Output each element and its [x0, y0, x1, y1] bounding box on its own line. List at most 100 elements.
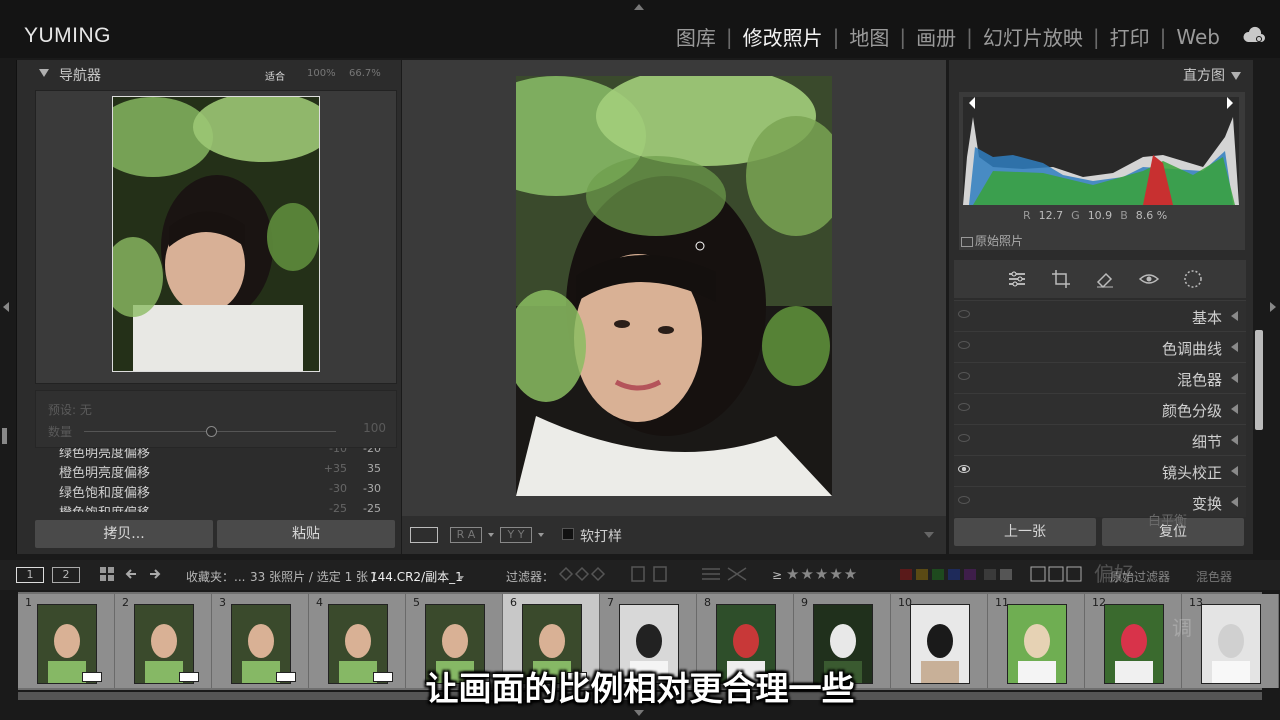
module-tab[interactable]: 修改照片 — [733, 22, 833, 51]
module-tab[interactable]: Web — [1166, 25, 1230, 49]
window-1-button[interactable]: 1 — [16, 567, 44, 583]
module-separator: | — [832, 24, 840, 49]
collapse-triangle-icon[interactable] — [39, 69, 49, 77]
eye-icon[interactable] — [958, 496, 970, 504]
rating-stars[interactable]: ★★★★★ — [786, 565, 858, 583]
zoom-66[interactable]: 66.7% — [349, 68, 381, 79]
redeye-icon[interactable] — [1138, 268, 1160, 290]
color-label-green[interactable] — [932, 569, 944, 580]
adjustment-row[interactable]: 橙色明亮度偏移 +35 35 — [35, 462, 395, 482]
color-label-custom[interactable] — [1000, 569, 1012, 580]
rating-ge[interactable]: ≥ — [772, 568, 782, 582]
collapse-left-arrow-icon[interactable] — [3, 302, 9, 312]
collapse-top-arrow-icon[interactable] — [634, 4, 644, 10]
navigator-preview[interactable] — [35, 90, 397, 384]
original-checkbox[interactable] — [961, 236, 973, 247]
eraser-icon[interactable] — [1094, 268, 1116, 290]
color-label-yellow[interactable] — [916, 569, 928, 580]
left-panel-scrollbar[interactable] — [2, 428, 7, 444]
navigator-header[interactable]: 导航器 适合 100% 66.7% — [17, 60, 401, 88]
radial-icon[interactable] — [1182, 268, 1204, 290]
dropdown-arrow-icon[interactable] — [538, 533, 544, 537]
right-panel-scrollbar[interactable] — [1255, 330, 1263, 430]
color-label-none[interactable] — [984, 569, 996, 580]
module-tab[interactable]: 地图 — [839, 22, 899, 51]
section-header[interactable]: 镜头校正 — [954, 455, 1246, 486]
original-photo-toggle[interactable]: 原始照片 — [961, 232, 1023, 249]
loupe-view-button[interactable] — [410, 527, 438, 543]
eye-icon[interactable] — [958, 403, 970, 411]
eye-icon[interactable] — [958, 434, 970, 442]
current-filename[interactable]: 144.CR2/副本_1 — [370, 568, 463, 585]
section-header[interactable]: 细节 — [954, 424, 1246, 455]
paste-button[interactable]: 粘贴 — [217, 520, 395, 548]
expand-triangle-icon[interactable] — [1231, 466, 1238, 476]
filename-dropdown-icon[interactable] — [458, 576, 464, 580]
color-label-red[interactable] — [900, 569, 912, 580]
eye-icon[interactable] — [958, 465, 970, 473]
module-bar: YUMING 图库 | 修改照片 | 地图 | 画册 | 幻灯片放映 | 打印 | Web — [0, 0, 1280, 58]
mixer-overlay: 混色器 — [1196, 570, 1233, 584]
section-label: 色调曲线 — [1161, 340, 1222, 358]
g-label: G — [1071, 209, 1080, 222]
color-label-blue[interactable] — [948, 569, 960, 580]
rotate-left-button[interactable]: R A — [450, 527, 482, 543]
navigator-thumbnail — [112, 96, 320, 372]
toolbar-menu-icon[interactable] — [924, 532, 934, 538]
photo-count: 33 张照片 / 选定 1 张 / — [250, 570, 376, 584]
histogram-graph[interactable] — [963, 97, 1239, 205]
zoom-fit[interactable]: 适合 — [265, 68, 285, 83]
cloud-sync-icon[interactable] — [1242, 26, 1266, 44]
collection-label[interactable]: 收藏夹：... — [186, 568, 245, 585]
module-tab[interactable]: 幻灯片放映 — [973, 22, 1093, 51]
view-toolbar: R A Y Y 软打样 — [402, 516, 946, 554]
color-label-purple[interactable] — [964, 569, 976, 580]
sliders-icon[interactable] — [1006, 268, 1028, 290]
section-header[interactable]: 变换 — [954, 486, 1246, 517]
forward-arrow-icon[interactable] — [148, 567, 162, 581]
filter-lock-icons[interactable] — [1030, 566, 1084, 582]
expand-triangle-icon[interactable] — [1231, 497, 1238, 507]
adjustment-row[interactable]: 绿色明亮度偏移 -10 -20 — [35, 448, 395, 462]
collapse-triangle-icon[interactable] — [1231, 72, 1241, 80]
section-header[interactable]: 基本 — [954, 300, 1246, 331]
preset-label[interactable]: 预设: 无 — [48, 401, 92, 418]
histogram-header[interactable]: 直方图 — [1183, 65, 1241, 85]
collapse-right-arrow-icon[interactable] — [1270, 302, 1276, 312]
eye-icon[interactable] — [958, 341, 970, 349]
module-tab[interactable]: 打印 — [1100, 22, 1160, 51]
softproof-checkbox[interactable] — [562, 528, 574, 540]
expand-triangle-icon[interactable] — [1231, 404, 1238, 414]
back-arrow-icon[interactable] — [124, 567, 138, 581]
previous-button[interactable]: 上一张 — [954, 518, 1096, 546]
dropdown-arrow-icon[interactable] — [488, 533, 494, 537]
module-tab[interactable]: 画册 — [906, 22, 966, 51]
section-header[interactable]: 混色器 — [954, 362, 1246, 393]
preference-watermark: 偏好 — [1094, 562, 1134, 586]
amount-slider-knob[interactable] — [206, 426, 217, 437]
section-header[interactable]: 色调曲线 — [954, 331, 1246, 362]
adjustment-value: -25 — [363, 502, 381, 512]
zoom-100[interactable]: 100% — [307, 68, 336, 79]
section-header[interactable]: 颜色分级 — [954, 393, 1246, 424]
expand-triangle-icon[interactable] — [1231, 342, 1238, 352]
expand-triangle-icon[interactable] — [1231, 311, 1238, 321]
section-label: 镜头校正 — [1161, 464, 1222, 482]
main-photo[interactable] — [516, 76, 832, 496]
grid-view-icon[interactable] — [100, 567, 114, 581]
rotate-right-button[interactable]: Y Y — [500, 527, 532, 543]
window-2-button[interactable]: 2 — [52, 567, 80, 583]
adjustment-row[interactable]: 橙色饱和度偏移 -25 -25 — [35, 502, 395, 512]
expand-triangle-icon[interactable] — [1231, 373, 1238, 383]
collapse-bottom-arrow-icon[interactable] — [634, 710, 644, 716]
adjustment-row[interactable]: 绿色饱和度偏移 -30 -30 — [35, 482, 395, 502]
section-label: 变换 — [1191, 495, 1222, 513]
module-tab[interactable]: 图库 — [666, 22, 726, 51]
copy-button[interactable]: 拷贝... — [35, 520, 213, 548]
eye-icon[interactable] — [958, 310, 970, 318]
eye-icon[interactable] — [958, 372, 970, 380]
crop-icon[interactable] — [1050, 268, 1072, 290]
expand-triangle-icon[interactable] — [1231, 435, 1238, 445]
flag-filter-icons[interactable] — [556, 565, 756, 583]
b-label: B — [1120, 209, 1128, 222]
